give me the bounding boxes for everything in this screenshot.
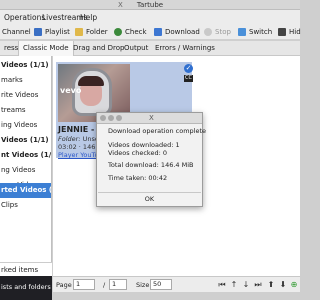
download-label: Download (165, 28, 200, 36)
hide-label: Hid (289, 28, 301, 36)
playlist-icon (34, 28, 42, 36)
sidebar-item-unsorted-videos[interactable]: rted Videos (1/1 (0, 183, 51, 198)
playlist-button[interactable]: Playlist (34, 26, 70, 38)
download-icon (154, 28, 162, 36)
check-toolbar-icon (114, 28, 122, 36)
tab-bar: ress Classic Mode Drag and Drop Output E… (0, 41, 300, 56)
tab-output[interactable]: Output (120, 41, 152, 56)
sidebar-item-missing-videos[interactable]: ing Videos (0, 118, 51, 133)
dialog-heading: Download operation complete (108, 127, 207, 135)
sidebar: Videos (1/1) marks rite Videos treams in… (0, 56, 52, 276)
stop-icon (204, 28, 212, 36)
dialog-videos-downloaded: Videos downloaded: 1 (108, 141, 180, 149)
download-button[interactable]: Download (154, 26, 200, 38)
page-label: Page (56, 281, 72, 289)
video-folder-label: Folder: (58, 135, 81, 143)
channel-button[interactable]: Channel (2, 26, 31, 38)
page-of-label: / (103, 281, 106, 289)
sidebar-item-recent-videos[interactable]: nt Videos (1/1) (0, 148, 51, 163)
video-player-link[interactable]: Player YouTu (58, 151, 99, 159)
add-icon[interactable]: ⊕ (289, 279, 299, 290)
next-page-icon[interactable]: ↓ (241, 279, 251, 290)
folder-icon (75, 28, 83, 36)
hair-shape (78, 76, 104, 86)
sidebar-item-waiting-videos[interactable]: ng Videos (0, 163, 51, 178)
dialog-minimize-icon[interactable] (108, 115, 114, 121)
check-label: Check (125, 28, 147, 36)
vevo-logo: vevo (60, 86, 82, 95)
stop-label: Stop (215, 28, 231, 36)
sidebar-item-video-clips[interactable]: Clips (0, 198, 51, 213)
sidebar-item-new-videos[interactable]: Videos (1/1) (0, 133, 51, 148)
menubar: Operations Livestreams Help (0, 10, 300, 24)
up-arrow-icon[interactable]: ⬆ (266, 279, 276, 290)
video-title: JENNIE - (58, 125, 95, 134)
switch-button[interactable]: Switch (238, 26, 272, 38)
size-label: Size (136, 281, 150, 289)
download-complete-dialog: X Download operation complete Videos dow… (96, 112, 207, 207)
previous-page-icon[interactable]: ↑ (229, 279, 239, 290)
dialog-time-taken: Time taken: 00:42 (108, 174, 168, 182)
sidebar-item-livestreams[interactable]: treams (0, 103, 51, 118)
last-page-icon[interactable]: ⏭ (253, 279, 263, 290)
first-page-icon[interactable]: ⏮ (217, 279, 227, 290)
menu-help[interactable]: Help (80, 13, 97, 22)
dialog-total-download: Total download: 146.4 MiB (108, 161, 194, 169)
sidebar-marked-items[interactable]: rked items (0, 262, 52, 276)
dialog-ok-button[interactable]: OK (98, 192, 201, 205)
menu-operations[interactable]: Operations (4, 13, 45, 22)
down-arrow-icon[interactable]: ⬇ (278, 279, 288, 290)
sidebar-item-bookmarks[interactable]: marks (0, 73, 51, 88)
subtitles-badge: CC (184, 75, 193, 82)
folder-label: Folder (86, 28, 108, 36)
switch-label: Switch (249, 28, 273, 36)
window-title: Tartube (136, 1, 164, 9)
dialog-videos-checked: Videos checked: 0 (108, 149, 167, 157)
check-button[interactable]: Check (114, 26, 147, 38)
hide-icon (278, 28, 286, 36)
sidebar-footer-lists-and-folders[interactable]: ists and folders (0, 276, 52, 300)
video-meta: 03:02 · 146 (58, 143, 96, 151)
hide-button[interactable]: Hid (278, 26, 301, 38)
sidebar-item-favourite-videos[interactable]: rite Videos (0, 88, 51, 103)
dialog-close-icon[interactable] (100, 115, 106, 121)
playlist-label: Playlist (45, 28, 70, 36)
dialog-app-x-icon: X (149, 114, 154, 122)
dialog-maximize-icon[interactable] (116, 115, 122, 121)
page-input[interactable]: 1 (73, 279, 95, 290)
stop-button[interactable]: Stop (204, 26, 231, 38)
dialog-titlebar: X (97, 113, 202, 124)
tab-classic-mode[interactable]: Classic Mode (18, 41, 74, 56)
total-pages-field: 1 (109, 279, 127, 290)
pager-bar: Page 1 / 1 Size 50 ⏮ ↑ ↓ ⏭ ⬆ ⬇ ⊕ (53, 276, 300, 292)
size-input[interactable]: 50 (150, 279, 172, 290)
tab-errors-warnings[interactable]: Errors / Warnings (151, 41, 219, 56)
video-folder-line: Folder: Unso (58, 135, 99, 143)
checked-icon[interactable]: ✓ (184, 64, 193, 73)
folder-button[interactable]: Folder (75, 26, 108, 38)
switch-icon (238, 28, 246, 36)
toolbar: Channel Playlist Folder Check Download S… (0, 24, 301, 40)
window-titlebar: X Tartube (0, 0, 300, 10)
sidebar-item-all-videos[interactable]: Videos (1/1) (0, 58, 51, 73)
channel-label: Channel (2, 28, 31, 36)
